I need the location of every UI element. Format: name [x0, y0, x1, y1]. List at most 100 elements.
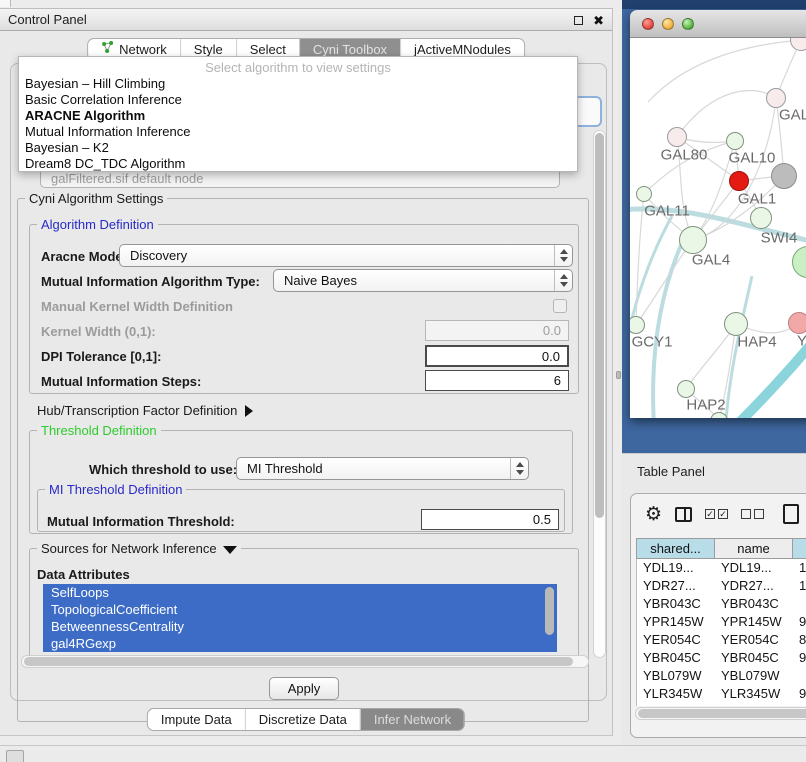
network-node-green[interactable] [726, 132, 744, 150]
table-cell: YLR345W [637, 685, 715, 703]
table-cell: YBL079W [715, 667, 793, 685]
table-row[interactable]: YIL052CYIL052C9. [637, 703, 806, 706]
column-header-name[interactable]: name [715, 539, 793, 558]
table-row[interactable]: YDL19...YDL19...13 [637, 559, 806, 577]
network-node-pink[interactable] [667, 127, 687, 147]
network-node-green[interactable] [677, 380, 695, 398]
dropdown-item[interactable]: Dream8 DC_TDC Algorithm [19, 156, 577, 172]
bottom-corner-button[interactable] [6, 750, 24, 762]
settings-vertical-scrollbar[interactable] [593, 130, 606, 658]
combo-stepper-icon[interactable] [510, 458, 528, 479]
which-threshold-label: Which threshold to use: [89, 462, 237, 477]
network-node-green[interactable] [750, 207, 772, 229]
bottom-strip [0, 745, 806, 762]
tab-impute-data[interactable]: Impute Data [148, 709, 245, 730]
column-header-partial[interactable] [793, 539, 806, 558]
deselect-all-checkboxes-icon[interactable] [741, 509, 764, 519]
mi-threshold-definition-title: MI Threshold Definition [45, 482, 186, 497]
columns-icon[interactable] [675, 507, 692, 522]
table-toolbar: ⚙ ✓✓ [631, 494, 806, 534]
kernel-width-field[interactable]: 0.0 [425, 320, 569, 341]
export-table-icon[interactable] [783, 504, 799, 524]
network-canvas[interactable]: GALGAL80GAL10GAL1GAL11SWI4GAL4GCY1HAP4YH… [630, 38, 806, 418]
table-cell: YDL19... [715, 559, 793, 577]
network-node-green[interactable] [724, 312, 748, 336]
dropdown-item[interactable]: Bayesian – K2 [19, 140, 577, 156]
minimize-button[interactable] [662, 18, 674, 30]
mi-steps-field[interactable]: 6 [425, 370, 569, 391]
network-window-titlebar[interactable] [630, 10, 806, 38]
table-row[interactable]: YLR345WYLR345W9. [637, 685, 806, 703]
kernel-width-label: Kernel Width (0,1): [41, 324, 156, 339]
table-cell: YBR043C [715, 595, 793, 613]
dpi-tolerance-field[interactable]: 0.0 [425, 345, 569, 367]
network-node-pink[interactable] [766, 88, 786, 108]
which-threshold-combo[interactable]: MI Threshold [236, 457, 529, 480]
obscured-combo-fragment [578, 96, 602, 127]
network-node-green[interactable] [636, 186, 652, 202]
float-window-icon[interactable] [574, 16, 583, 25]
node-label-y: Y [797, 333, 806, 350]
manual-kernel-checkbox[interactable] [553, 299, 567, 313]
scrollbar-thumb[interactable] [595, 133, 604, 518]
table-cell: 9. [793, 685, 806, 703]
attribute-item[interactable]: TopologicalCoefficient [43, 601, 557, 618]
table-row[interactable]: YBR043CYBR043C [637, 595, 806, 613]
table-cell: 13 [793, 559, 806, 577]
combo-stepper-icon[interactable] [554, 270, 572, 291]
list-scrollbar-thumb[interactable] [545, 587, 554, 635]
aracne-mode-combo[interactable]: Discovery [119, 244, 573, 267]
mi-type-label: Mutual Information Algorithm Type: [41, 274, 260, 289]
which-threshold-value: MI Threshold [247, 461, 323, 476]
gear-icon[interactable]: ⚙ [645, 505, 662, 524]
corner-notch [0, 0, 11, 7]
table-panel-body: ⚙ ✓✓ shared...name YDL19...YDL19...13YDR… [630, 493, 806, 738]
split-pane-grip[interactable] [616, 371, 621, 379]
table-rows: YDL19...YDL19...13YDR27...YDR27...12YBR0… [636, 559, 806, 706]
attribute-item[interactable]: SelfLoops [43, 584, 557, 601]
node-label-gal: GAL [779, 107, 806, 124]
table-row[interactable]: YPR145WYPR145W9. [637, 613, 806, 631]
apply-button[interactable]: Apply [269, 677, 339, 700]
table-row[interactable]: YBL079WYBL079W [637, 667, 806, 685]
data-attributes-label: Data Attributes [37, 567, 130, 582]
manual-kernel-label: Manual Kernel Width Definition [41, 299, 233, 314]
network-node-green[interactable] [679, 226, 707, 254]
bottom-tabbar: Impute DataDiscretize DataInfer Network [147, 708, 465, 731]
attribute-item[interactable]: gal4RGexp [43, 635, 557, 652]
table-cell: YDR27... [715, 577, 793, 595]
table-cell: YBR043C [637, 595, 715, 613]
attribute-item[interactable]: BetweennessCentrality [43, 618, 557, 635]
mi-threshold-field[interactable]: 0.5 [421, 509, 559, 530]
dropdown-item[interactable]: ARACNE Algorithm [19, 108, 577, 124]
expand-right-icon[interactable] [245, 405, 253, 417]
dropdown-item[interactable]: Bayesian – Hill Climbing [19, 76, 577, 92]
network-node-salmon[interactable] [788, 312, 806, 334]
table-row[interactable]: YBR045CYBR045C9. [637, 649, 806, 667]
data-attributes-list[interactable]: SelfLoopsTopologicalCoefficientBetweenne… [43, 584, 557, 652]
hub-definition-label[interactable]: Hub/Transcription Factor Definition [37, 403, 253, 418]
close-button[interactable] [642, 18, 654, 30]
dropdown-item[interactable]: Basic Correlation Inference [19, 92, 577, 108]
collapse-down-icon[interactable] [223, 546, 237, 554]
column-header-shared...[interactable]: shared... [637, 539, 715, 558]
sources-title[interactable]: Sources for Network Inference [37, 541, 241, 556]
dropdown-item[interactable]: Mutual Information Inference [19, 124, 577, 140]
tab-infer-network[interactable]: Infer Network [360, 709, 464, 730]
node-table: shared...name YDL19...YDL19...13YDR27...… [636, 538, 806, 706]
zoom-button[interactable] [682, 18, 694, 30]
select-all-checkboxes-icon[interactable]: ✓✓ [705, 509, 728, 519]
settings-horizontal-scrollbar[interactable] [21, 655, 589, 668]
mi-type-combo[interactable]: Naive Bayes [273, 269, 573, 292]
close-panel-icon[interactable]: ✖ [593, 14, 604, 27]
network-node-red[interactable] [729, 171, 749, 191]
combo-stepper-icon[interactable] [554, 245, 572, 266]
table-row[interactable]: YER054CYER054C8. [637, 631, 806, 649]
mi-threshold-label: Mutual Information Threshold: [47, 514, 235, 529]
table-row[interactable]: YDR27...YDR27...12 [637, 577, 806, 595]
tab-discretize-data[interactable]: Discretize Data [245, 709, 360, 730]
table-cell: YLR345W [715, 685, 793, 703]
table-cell: YER054C [637, 631, 715, 649]
network-node-gray[interactable] [771, 163, 797, 189]
table-horizontal-scrollbar[interactable] [635, 707, 806, 720]
